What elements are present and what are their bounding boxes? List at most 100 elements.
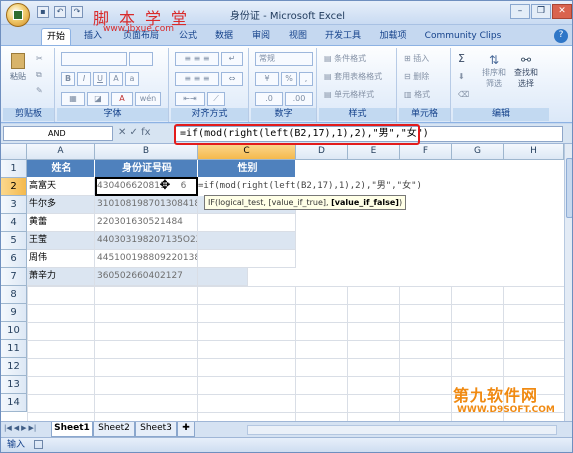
table-format-button[interactable]: ▤ 套用表格格式 <box>323 70 395 84</box>
tab-review[interactable]: 审阅 <box>246 28 276 45</box>
macro-record-icon[interactable] <box>33 440 43 449</box>
row-header[interactable]: 4 <box>1 214 27 232</box>
id-cell[interactable]: 220301630521484 <box>95 214 198 232</box>
gender-cell[interactable] <box>198 232 296 250</box>
currency-icon[interactable]: ¥ <box>255 72 279 86</box>
header-cell-gender[interactable]: 性别 <box>198 160 296 178</box>
gender-cell[interactable] <box>198 214 296 232</box>
sheet-tab-sheet3[interactable]: Sheet3 <box>135 422 177 437</box>
name-cell[interactable]: 黄蕾 <box>27 214 95 232</box>
indent-icon[interactable]: ⇤⇥ <box>175 92 205 106</box>
name-cell[interactable]: 王莹 <box>27 232 95 250</box>
column-header-b[interactable]: B <box>95 144 198 160</box>
tab-view[interactable]: 视图 <box>283 28 313 45</box>
column-header-f[interactable]: F <box>400 144 452 160</box>
delete-cells-button[interactable]: ⊟ 删除 <box>403 70 449 84</box>
sort-filter-button[interactable]: ⇅ 排序和筛选 <box>479 52 509 92</box>
column-header-e[interactable]: E <box>348 144 400 160</box>
fill-color-icon[interactable]: ◪ <box>87 92 109 106</box>
function-tooltip[interactable]: IF(logical_test, [value_if_true], [value… <box>204 195 407 210</box>
increase-decimal-icon[interactable]: .0 <box>255 92 283 106</box>
help-icon[interactable]: ? <box>554 29 568 43</box>
name-cell[interactable]: 萧辛力 <box>27 268 95 286</box>
tab-data[interactable]: 数据 <box>209 28 239 45</box>
row-header[interactable]: 13 <box>1 376 27 394</box>
id-cell[interactable]: 440303198207135O2X <box>95 232 198 250</box>
name-box[interactable]: AND <box>3 126 113 141</box>
row-header[interactable]: 2 <box>1 178 27 196</box>
tab-developer[interactable]: 开发工具 <box>321 28 365 45</box>
decrease-decimal-icon[interactable]: .00 <box>285 92 313 106</box>
italic-button[interactable]: I <box>77 72 91 86</box>
sheet-tab-sheet2[interactable]: Sheet2 <box>93 422 135 437</box>
scroll-thumb[interactable] <box>566 158 572 218</box>
column-header-c[interactable]: C <box>198 144 296 160</box>
row-header[interactable]: 7 <box>1 268 27 286</box>
comma-icon[interactable]: , <box>299 72 313 86</box>
tab-addins[interactable]: 加载项 <box>373 28 413 45</box>
wrap-text-icon[interactable]: ↵ <box>221 52 243 66</box>
next-sheet-icon[interactable]: ▶ <box>21 424 26 432</box>
row-header[interactable]: 10 <box>1 322 27 340</box>
row-header[interactable]: 3 <box>1 196 27 214</box>
id-cell[interactable]: 445100198809220138 <box>95 250 198 268</box>
select-all-corner[interactable] <box>1 144 27 160</box>
prev-sheet-icon[interactable]: ◀ <box>14 424 19 432</box>
cell-style-button[interactable]: ▤ 单元格样式 <box>323 88 395 102</box>
row-header[interactable]: 12 <box>1 358 27 376</box>
copy-icon[interactable]: ⧉ <box>35 68 49 82</box>
font-grow-icon[interactable]: A <box>109 72 123 86</box>
vertical-scrollbar[interactable] <box>564 144 572 421</box>
number-format-select[interactable]: 常规 <box>255 52 313 66</box>
sum-button[interactable]: Σ <box>457 52 473 66</box>
column-header-h[interactable]: H <box>504 144 564 160</box>
header-cell-name[interactable]: 姓名 <box>27 160 95 178</box>
tab-community-clips[interactable]: Community Clips <box>421 28 505 45</box>
insert-cells-button[interactable]: ⊞ 插入 <box>403 52 449 66</box>
horizontal-scrollbar[interactable] <box>247 425 557 435</box>
underline-button[interactable]: U <box>93 72 107 86</box>
conditional-format-button[interactable]: ▤ 条件格式 <box>323 52 395 66</box>
find-select-button[interactable]: ⚯ 查找和选择 <box>511 52 541 92</box>
insert-sheet-icon[interactable]: ✚ <box>177 422 195 437</box>
row-header[interactable]: 1 <box>1 160 27 178</box>
horizontal-align-icon[interactable]: ≡ ≡ ≡ <box>175 72 219 86</box>
gender-cell[interactable] <box>198 268 248 286</box>
row-header[interactable]: 11 <box>1 340 27 358</box>
fill-icon[interactable]: ⬇ <box>457 70 473 84</box>
format-painter-icon[interactable]: ✎ <box>35 84 49 98</box>
header-cell-id[interactable]: 身份证号码 <box>95 160 198 178</box>
id-cell[interactable]: 360502660402127 <box>95 268 198 286</box>
font-size-select[interactable] <box>129 52 153 66</box>
row-header[interactable]: 9 <box>1 304 27 322</box>
office-button[interactable] <box>6 3 30 27</box>
close-button[interactable]: ✕ <box>552 4 572 19</box>
orientation-icon[interactable]: ⟋ <box>207 92 225 106</box>
first-sheet-icon[interactable]: |◀ <box>4 424 12 432</box>
row-header[interactable]: 5 <box>1 232 27 250</box>
tab-home[interactable]: 开始 <box>41 28 71 45</box>
row-header[interactable]: 8 <box>1 286 27 304</box>
merge-icon[interactable]: ⇔ <box>221 72 243 86</box>
gender-cell[interactable] <box>198 250 296 268</box>
name-cell[interactable]: 周伟 <box>27 250 95 268</box>
row-header[interactable]: 6 <box>1 250 27 268</box>
column-header-a[interactable]: A <box>27 144 95 160</box>
last-sheet-icon[interactable]: ▶| <box>29 424 37 432</box>
restore-button[interactable]: ❐ <box>531 4 551 19</box>
cell-c2-editing-text[interactable]: =if(mod(right(left(B2,17),1),2),"男","女") <box>198 178 422 195</box>
column-header-g[interactable]: G <box>452 144 504 160</box>
bold-button[interactable]: B <box>61 72 75 86</box>
wen-button[interactable]: wén <box>135 92 161 106</box>
cut-icon[interactable]: ✂ <box>35 52 49 66</box>
percent-button[interactable]: % <box>281 72 297 86</box>
paste-button[interactable]: 粘贴 <box>6 50 30 90</box>
border-icon[interactable]: ▦ <box>61 92 85 106</box>
vertical-align-icon[interactable]: ≡ ≡ ≡ <box>175 52 219 66</box>
tab-formulas[interactable]: 公式 <box>173 28 203 45</box>
minimize-button[interactable]: – <box>510 4 530 19</box>
id-cell[interactable]: 310108198701308418 <box>95 196 198 214</box>
name-cell[interactable]: 牛尔多 <box>27 196 95 214</box>
font-shrink-icon[interactable]: a <box>125 72 139 86</box>
column-header-d[interactable]: D <box>296 144 348 160</box>
